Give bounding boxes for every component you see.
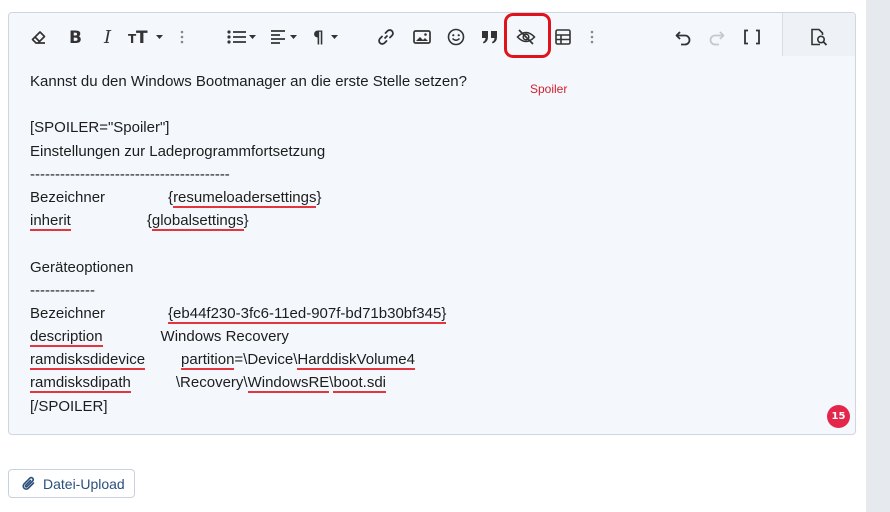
entry-key: ramdisksdidevice <box>30 351 146 371</box>
entry-value: } <box>316 188 322 206</box>
separator-line: ---------------------------------------- <box>30 165 230 183</box>
section-heading: Geräteoptionen <box>30 258 134 276</box>
misspelled-word: globalsettings <box>151 212 244 232</box>
misspelled-word: resumeloadersettings <box>173 188 317 208</box>
entry-key: Bezeichner <box>30 304 106 322</box>
svg-text:¶: ¶ <box>313 28 324 46</box>
italic-icon[interactable]: I <box>99 26 119 48</box>
entry-value: \Recovery\ <box>175 374 248 392</box>
spoiler-highlight-box <box>504 13 551 58</box>
separator-line: ------------- <box>30 281 95 299</box>
undo-icon[interactable] <box>672 26 694 48</box>
entry-row: Bezeichner {eb44f230-3fc6-11ed-907f-bd71b… <box>30 302 830 325</box>
entry-key: Bezeichner <box>30 188 106 206</box>
svg-text:I: I <box>103 28 112 46</box>
link-icon[interactable] <box>375 26 397 48</box>
toolbar-divider <box>782 13 783 56</box>
entry-row: ramdisksdipath \Recovery\WindowsRE\boot.s… <box>30 371 830 394</box>
smiley-icon[interactable] <box>445 26 467 48</box>
eraser-icon[interactable] <box>28 26 50 48</box>
misspelled-word: boot.sdi <box>333 374 386 394</box>
redo-icon[interactable] <box>706 26 728 48</box>
entry-value: =\Device\ <box>234 351 298 369</box>
bold-icon[interactable]: B <box>65 26 85 48</box>
list-icon[interactable] <box>225 26 257 48</box>
image-icon[interactable] <box>411 26 433 48</box>
more-icon[interactable] <box>585 26 599 48</box>
entry-row: Bezeichner {resumeloadersettings} <box>30 186 830 209</box>
spoiler-annotation: Spoiler <box>530 82 568 96</box>
entry-key: inherit <box>30 212 71 232</box>
text-line: Kannst du den Windows Bootmanager an die… <box>30 73 467 90</box>
spoiler-close-tag: [/SPOILER] <box>30 397 108 415</box>
bbcode-toggle-icon[interactable] <box>741 26 763 48</box>
spoiler-open-tag: [SPOILER="Spoiler"] <box>30 119 170 137</box>
entry-value: {eb44f230-3fc6-11ed-907f-bd71b30bf345} <box>168 304 447 324</box>
table-icon[interactable] <box>552 26 574 48</box>
entry-value: } <box>243 212 249 230</box>
align-icon[interactable] <box>267 26 299 48</box>
misspelled-word: HarddiskVolume4 <box>297 351 415 371</box>
quote-icon[interactable] <box>479 26 501 48</box>
upload-label: Datei-Upload <box>43 475 125 492</box>
entry-key: description <box>30 328 103 348</box>
entry-key: ramdisksdipath <box>30 374 131 394</box>
entry-value: Windows Recovery <box>160 328 289 346</box>
editor-content[interactable]: Kannst du den Windows Bootmanager an die… <box>30 70 830 418</box>
paragraph-icon[interactable]: ¶ <box>309 26 341 48</box>
section-heading: Einstellungen zur Ladeprogrammfortsetzun… <box>30 142 326 160</box>
misspelled-word: partition <box>181 351 235 371</box>
paperclip-icon <box>21 475 37 493</box>
svg-text:T: T <box>136 28 148 46</box>
editor-toolbar: B I TT ¶ <box>9 13 855 60</box>
misspelled-word: WindowsRE <box>247 374 330 394</box>
preview-icon[interactable] <box>808 26 830 48</box>
file-upload-button[interactable]: Datei-Upload <box>8 469 135 498</box>
text-size-icon[interactable]: TT <box>127 26 163 48</box>
more-icon[interactable] <box>175 26 189 48</box>
rich-text-editor: B I TT ¶ Kannst du den Windows Bootmanag… <box>8 12 856 435</box>
page-scroll-gutter <box>866 0 890 512</box>
notification-badge[interactable]: 15 <box>827 405 850 428</box>
entry-row: description Windows Recovery <box>30 325 830 348</box>
entry-row: ramdisksdidevice partition=\Device\Harddi… <box>30 348 830 371</box>
entry-row: inherit {globalsettings} <box>30 209 830 232</box>
svg-text:B: B <box>69 28 82 46</box>
